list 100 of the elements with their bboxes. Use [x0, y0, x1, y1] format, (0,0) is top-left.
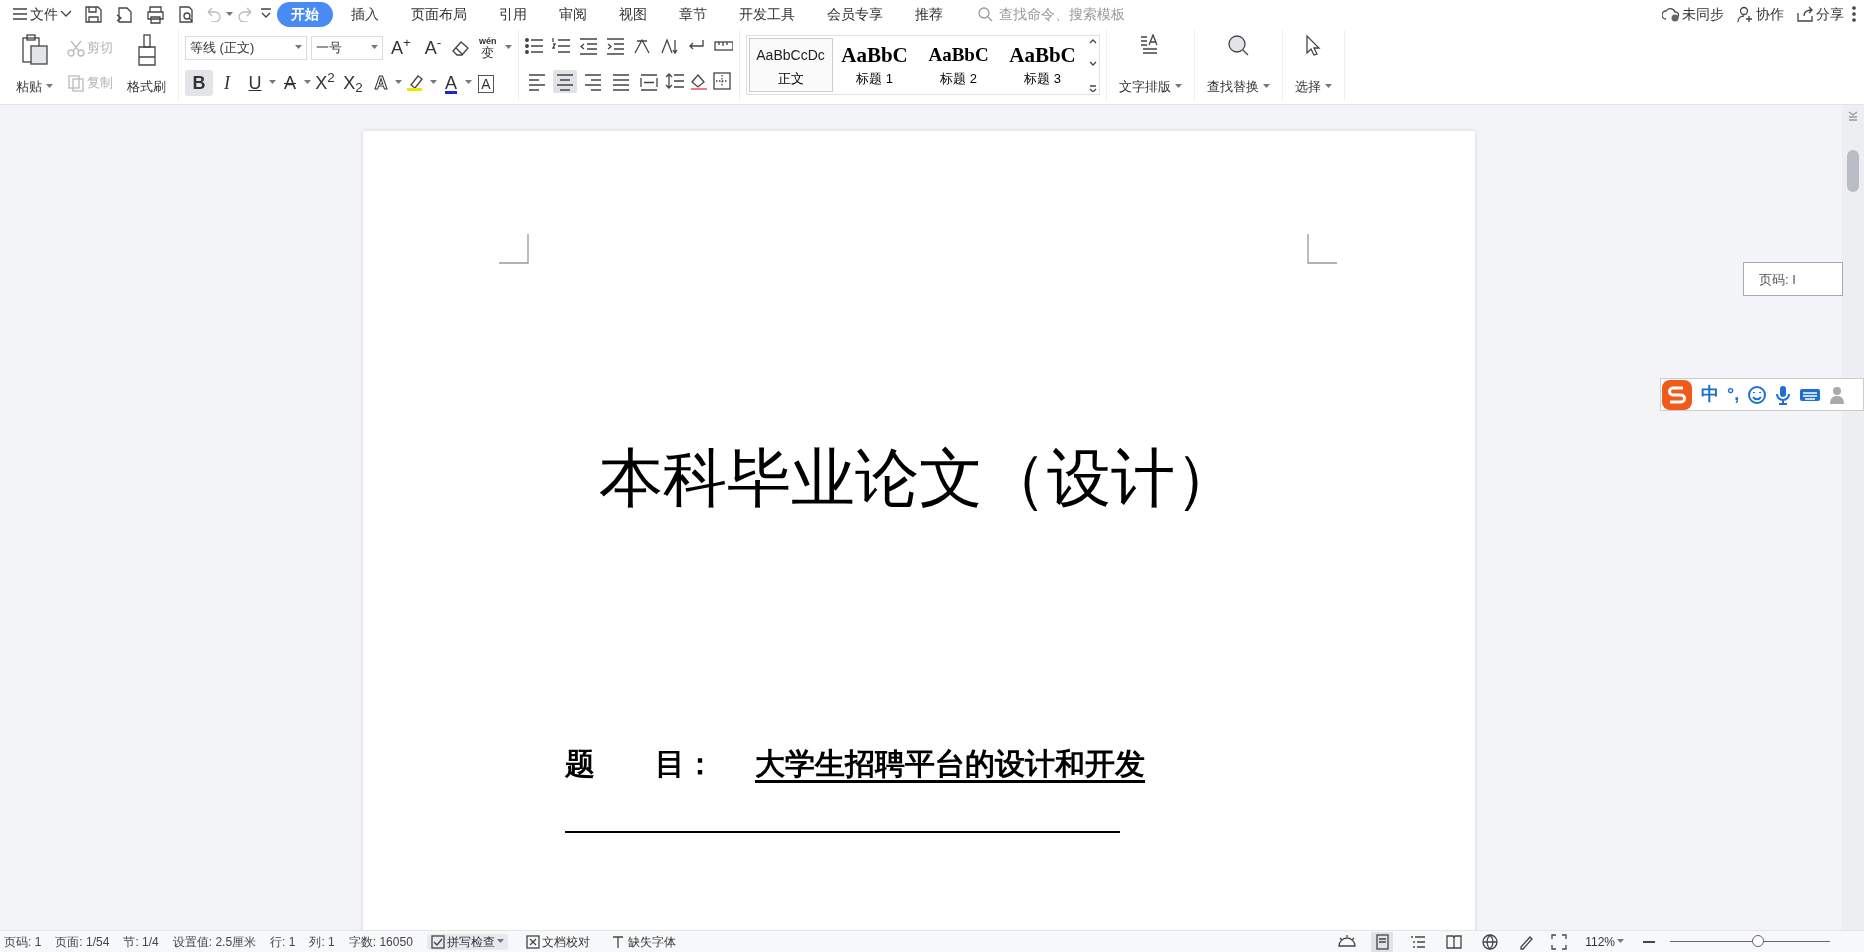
view-mode-button[interactable]	[1371, 931, 1394, 952]
caret-icon	[304, 80, 311, 85]
line-spacing-icon[interactable]	[664, 72, 685, 91]
format-button[interactable]: A	[276, 69, 304, 96]
caret-icon	[295, 45, 302, 50]
font-size-button[interactable]: A$^{-}$	[419, 34, 447, 61]
numbered-list-icon[interactable]	[551, 37, 571, 56]
clipboard-icon	[20, 34, 49, 66]
corner-mark-icon	[1307, 234, 1337, 264]
menu-tab[interactable]: 页面布局	[397, 1, 481, 27]
scrollbar-thumb[interactable]	[1847, 150, 1859, 192]
caret-icon	[1174, 83, 1182, 89]
pinyin-button[interactable]: wén 变	[475, 35, 501, 60]
input-mode-toggle[interactable]: 中	[1701, 381, 1719, 408]
share-button[interactable]: 分享	[1792, 4, 1848, 24]
format-button[interactable]: B	[185, 69, 213, 96]
border-icon[interactable]	[712, 72, 731, 91]
sort-icon[interactable]	[659, 37, 679, 56]
punctuation-toggle[interactable]: °,	[1727, 381, 1740, 408]
file-menu[interactable]: 文件	[8, 6, 76, 22]
format-button[interactable]: A	[437, 69, 465, 96]
status-text: 行: 1	[270, 933, 296, 951]
outdent-icon[interactable]	[578, 37, 598, 56]
style-option[interactable]: AaBbCcDc 正文	[748, 38, 833, 92]
find-button[interactable]: 查找替换	[1200, 30, 1276, 100]
microphone-icon[interactable]	[1775, 384, 1792, 405]
save-icon[interactable]	[84, 4, 103, 24]
caret-icon	[46, 83, 53, 89]
menu-tab[interactable]: 推荐	[901, 1, 957, 27]
select-button[interactable]: 选择	[1288, 30, 1338, 100]
menu-tab[interactable]: 视图	[605, 1, 661, 27]
menu-tab[interactable]: 引用	[485, 1, 541, 27]
format-painter-button[interactable]: 格式刷	[121, 30, 172, 100]
search-icon	[1227, 34, 1249, 56]
sync-button[interactable]: 未同步	[1658, 4, 1728, 24]
format-button[interactable]: A	[367, 69, 395, 96]
print-icon[interactable]	[146, 4, 165, 24]
cloud-icon	[1662, 5, 1680, 23]
menu-tab[interactable]: 开发工具	[725, 1, 809, 27]
style-option[interactable]: AaBbC 标题 1	[832, 38, 917, 92]
paste-button[interactable]: 粘贴	[10, 30, 59, 100]
caret-icon	[430, 80, 437, 85]
share-icon	[1796, 5, 1814, 23]
status-text: 字数: 16050	[348, 933, 413, 951]
bullet-list-icon[interactable]	[524, 37, 544, 56]
scroll-up-icon[interactable]	[1088, 38, 1097, 45]
collab-button[interactable]: 协作	[1732, 4, 1788, 24]
font-name-field[interactable]: 等线 (正文)	[185, 35, 307, 60]
missing-fonts-button[interactable]: 缺失字体	[607, 933, 680, 950]
align-button[interactable]	[552, 70, 577, 93]
expand-icon[interactable]	[1088, 83, 1097, 92]
spell-check-button[interactable]: 拼写检查	[426, 933, 508, 950]
format-button[interactable]: U	[241, 69, 269, 96]
scrollbar[interactable]	[1842, 105, 1864, 930]
style-option[interactable]: AaBbC 标题 3	[1000, 38, 1085, 92]
scroll-down-icon[interactable]	[1088, 61, 1097, 67]
shading-icon[interactable]	[688, 72, 709, 91]
scissors-icon	[67, 38, 85, 57]
caret-icon	[395, 80, 402, 85]
menu-tab[interactable]: 插入	[337, 1, 393, 27]
menu-tab[interactable]: 审阅	[545, 1, 601, 27]
menu-tab[interactable]: 章节	[665, 1, 721, 27]
format-button[interactable]: X$^{2}$	[311, 69, 339, 96]
font-size-button[interactable]: A$^{+}$	[387, 34, 415, 61]
zoom-slider-thumb[interactable]	[1752, 935, 1764, 947]
more-vertical-icon	[1852, 6, 1856, 22]
format-button[interactable]: X$_{2}$	[339, 69, 367, 96]
keyboard-icon[interactable]	[1799, 386, 1822, 403]
caret-icon	[1262, 83, 1270, 89]
search-icon	[977, 6, 993, 22]
preview-icon[interactable]	[177, 4, 196, 24]
caret-icon	[371, 45, 378, 50]
indent-icon[interactable]	[605, 37, 625, 56]
field-value: 大学生招聘平台的设计和开发	[754, 746, 1145, 782]
font-icon	[611, 934, 626, 949]
caret-icon	[496, 939, 504, 944]
proofread-button[interactable]: 文档校对	[521, 933, 594, 950]
document-title: 本科毕业论文（设计）	[598, 442, 1240, 516]
format-button[interactable]: I	[213, 69, 241, 96]
caret-icon	[1617, 939, 1624, 944]
format-button[interactable]: A	[472, 69, 500, 96]
status-text: 列: 1	[309, 933, 335, 951]
font-size-field[interactable]: 一号	[311, 35, 383, 60]
smiley-icon[interactable]	[1747, 384, 1768, 405]
zoom-out-icon[interactable]	[1642, 939, 1656, 944]
status-text: 节: 1/4	[123, 933, 159, 951]
menu-icon	[12, 8, 28, 20]
document-check-icon	[525, 934, 540, 949]
caret-icon	[465, 80, 472, 85]
menu-tab[interactable]: 会员专享	[813, 1, 897, 27]
fit-icon[interactable]	[1551, 933, 1568, 950]
search-field[interactable]: 查找命令、搜索模板	[977, 2, 1167, 26]
status-text: 页面: 1/54	[55, 933, 110, 951]
zoom-level-button[interactable]: 112%	[1581, 934, 1628, 949]
corner-mark-icon	[499, 234, 529, 264]
layout-button[interactable]: 文字排版	[1112, 30, 1188, 100]
caret-icon	[1324, 83, 1332, 89]
caret-icon	[504, 45, 512, 50]
person-add-icon	[1736, 5, 1754, 23]
style-option[interactable]: AaBbC 标题 2	[916, 38, 1001, 92]
